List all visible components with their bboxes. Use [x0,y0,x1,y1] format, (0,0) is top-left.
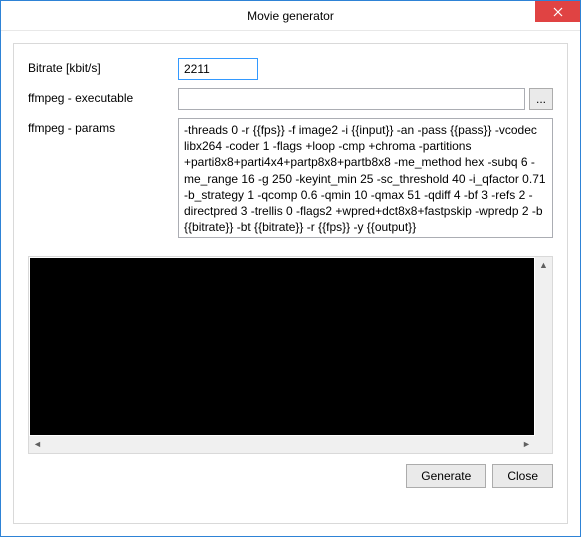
horizontal-scrollbar[interactable]: ◄ ► [29,436,552,453]
bitrate-label: Bitrate [kbit/s] [28,58,178,75]
close-button[interactable]: Close [492,464,553,488]
vertical-scrollbar[interactable]: ▲ [535,257,552,436]
main-panel: Bitrate [kbit/s] ffmpeg - executable ...… [13,43,568,524]
exec-label: ffmpeg - executable [28,88,178,105]
window: Movie generator Bitrate [kbit/s] ffmpeg … [0,0,581,537]
bitrate-input[interactable] [178,58,258,80]
generate-button[interactable]: Generate [406,464,486,488]
titlebar: Movie generator [1,1,580,31]
exec-row: ffmpeg - executable ... [28,88,553,110]
close-button-label: Close [507,469,538,483]
close-window-button[interactable] [535,1,580,22]
content-area: Bitrate [kbit/s] ffmpeg - executable ...… [1,31,580,536]
params-label: ffmpeg - params [28,118,178,135]
window-title: Movie generator [247,9,334,23]
bitrate-row: Bitrate [kbit/s] [28,58,553,80]
scroll-corner [535,436,552,453]
ellipsis-icon: ... [536,92,546,106]
exec-input[interactable] [178,88,525,110]
output-area: ▲ ◄ ► [28,256,553,454]
params-textarea[interactable] [178,118,553,238]
button-row: Generate Close [28,464,553,488]
browse-button[interactable]: ... [529,88,553,110]
scroll-up-icon[interactable]: ▲ [535,257,552,274]
output-viewport [30,258,534,435]
scroll-right-icon[interactable]: ► [518,436,535,453]
params-row: ffmpeg - params [28,118,553,238]
scroll-left-icon[interactable]: ◄ [29,436,46,453]
generate-button-label: Generate [421,469,471,483]
close-icon [553,7,563,17]
